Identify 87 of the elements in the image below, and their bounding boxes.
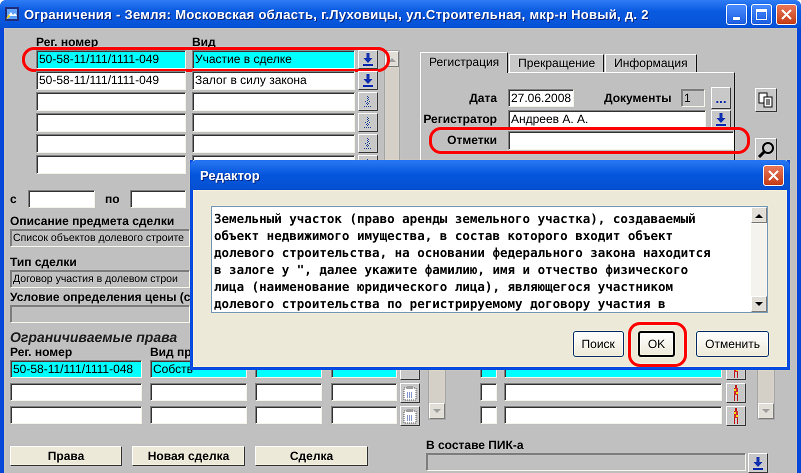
person-button[interactable] — [726, 383, 746, 403]
dropdown-button[interactable] — [358, 50, 378, 69]
to-field[interactable] — [130, 190, 186, 208]
right-type-cell[interactable] — [150, 406, 247, 424]
clipboard-icon — [403, 408, 417, 424]
clipboard-button[interactable] — [400, 383, 420, 403]
table-cell[interactable] — [480, 383, 497, 401]
description-field[interactable]: Список объектов долевого строите — [10, 229, 190, 247]
date-label: Дата — [468, 92, 497, 104]
person-button[interactable] — [726, 406, 746, 426]
table-cell[interactable] — [331, 383, 397, 401]
scroll-down-icon — [433, 408, 441, 414]
notes-label: Отметки — [446, 134, 497, 147]
copy-button[interactable] — [755, 88, 777, 112]
deal-type-field[interactable]: Договор участия в долевом строи — [10, 270, 190, 288]
down-arrow-icon — [363, 74, 373, 87]
table-cell[interactable] — [331, 406, 397, 424]
reg-number-cell[interactable] — [10, 383, 142, 401]
tab[interactable]: Регистрация — [420, 52, 508, 73]
type-cell[interactable]: Участие в сделке — [192, 50, 355, 69]
reg-number-cell[interactable]: 50-58-11/111/1111-049 — [36, 71, 186, 90]
reg-number-cell[interactable]: 50-58-11/111/1111-049 — [36, 50, 186, 69]
search-icon — [757, 141, 775, 159]
maximize-icon — [756, 8, 767, 20]
reg-number-cell[interactable]: 50-58-11/111/1111-048 — [10, 360, 142, 378]
scrollbar[interactable] — [751, 207, 767, 312]
person-icon — [733, 408, 739, 424]
notes-field[interactable] — [508, 131, 734, 150]
action-button[interactable]: Новая сделка — [132, 446, 245, 466]
tab[interactable]: Прекращение — [509, 54, 604, 72]
table-cell[interactable] — [480, 406, 497, 424]
person-icon — [733, 385, 739, 401]
dialog-button[interactable]: Отменить — [696, 331, 769, 357]
right-type-cell[interactable] — [150, 383, 247, 401]
table-cell[interactable] — [504, 406, 722, 424]
minimize-icon — [733, 16, 740, 20]
description-label: Описание предмета сделки — [10, 215, 174, 228]
tab[interactable]: Информация — [605, 54, 697, 72]
down-arrow-icon — [753, 456, 763, 470]
price-condition-field[interactable] — [10, 305, 190, 323]
dialog-button[interactable]: Поиск — [572, 331, 624, 357]
table-cell[interactable] — [255, 406, 322, 424]
dialog-title: Редактор — [200, 168, 261, 182]
price-condition-label: Условие определения цены (с — [10, 291, 190, 304]
down-arrow-icon — [716, 113, 726, 126]
reg-number-cell[interactable] — [10, 406, 142, 424]
app-icon — [4, 6, 20, 22]
documents-label: Документы — [604, 92, 672, 104]
from-label: с — [10, 192, 18, 206]
type-cell[interactable]: Залог в силу закона — [192, 71, 355, 90]
clipboard-icon — [403, 385, 417, 401]
pik-field[interactable] — [426, 453, 746, 471]
date-field[interactable]: 27.06.2008 — [508, 89, 574, 107]
close-icon — [768, 170, 779, 180]
documents-field: 1 — [681, 89, 705, 107]
action-button[interactable]: Сделка — [255, 446, 368, 466]
scroll-up-icon — [388, 56, 396, 62]
close-button[interactable] — [776, 4, 797, 24]
browse-button[interactable]: ... — [711, 87, 731, 109]
dropdown-button[interactable] — [748, 453, 768, 473]
scroll-down-icon — [762, 408, 770, 414]
close-icon — [781, 8, 792, 20]
down-arrow-icon — [363, 53, 373, 66]
deal-type-label: Тип сделки — [10, 256, 77, 269]
copy-icon — [758, 92, 774, 108]
registrar-label: Регистратор — [422, 113, 497, 126]
close-button[interactable] — [763, 164, 784, 186]
column-header: Рег. номер — [10, 346, 74, 359]
window-title: Ограничения - Земля: Московская область, г.Луховицы, ул.Строительная, мкр-н Новый, д. 2 — [24, 6, 650, 22]
maximize-button[interactable] — [751, 4, 772, 24]
to-label: по — [105, 192, 121, 206]
column-header: Вид — [192, 36, 216, 49]
table-cell[interactable] — [504, 383, 722, 401]
action-button[interactable]: Права — [10, 446, 122, 466]
editor-text: Земельный участок (право аренды земельного участка), создаваемый объект недвижимого имущества, в состав которого входит объект долевого строительства, на основании федерального закона находится в залоге у ", далее укажите фамилию, имя и отчество физического лица (наименование юридического лица), являющегося участником долевого строительства по регистрируемому договору участия в — [213, 210, 712, 312]
search-button[interactable] — [755, 138, 777, 162]
dialog-button[interactable]: OK — [638, 331, 676, 357]
dropdown-button[interactable] — [358, 71, 378, 90]
pik-label: В составе ПИК-а — [426, 439, 525, 452]
section-title: Ограничиваемые права — [10, 329, 178, 345]
minimize-button[interactable] — [726, 4, 747, 24]
clipboard-button[interactable] — [400, 406, 420, 426]
scroll-up-icon — [755, 212, 763, 218]
scroll-down-icon — [755, 302, 763, 306]
from-field[interactable] — [28, 190, 95, 208]
column-header: Рег. номер — [36, 36, 100, 49]
table-cell[interactable] — [255, 383, 322, 401]
